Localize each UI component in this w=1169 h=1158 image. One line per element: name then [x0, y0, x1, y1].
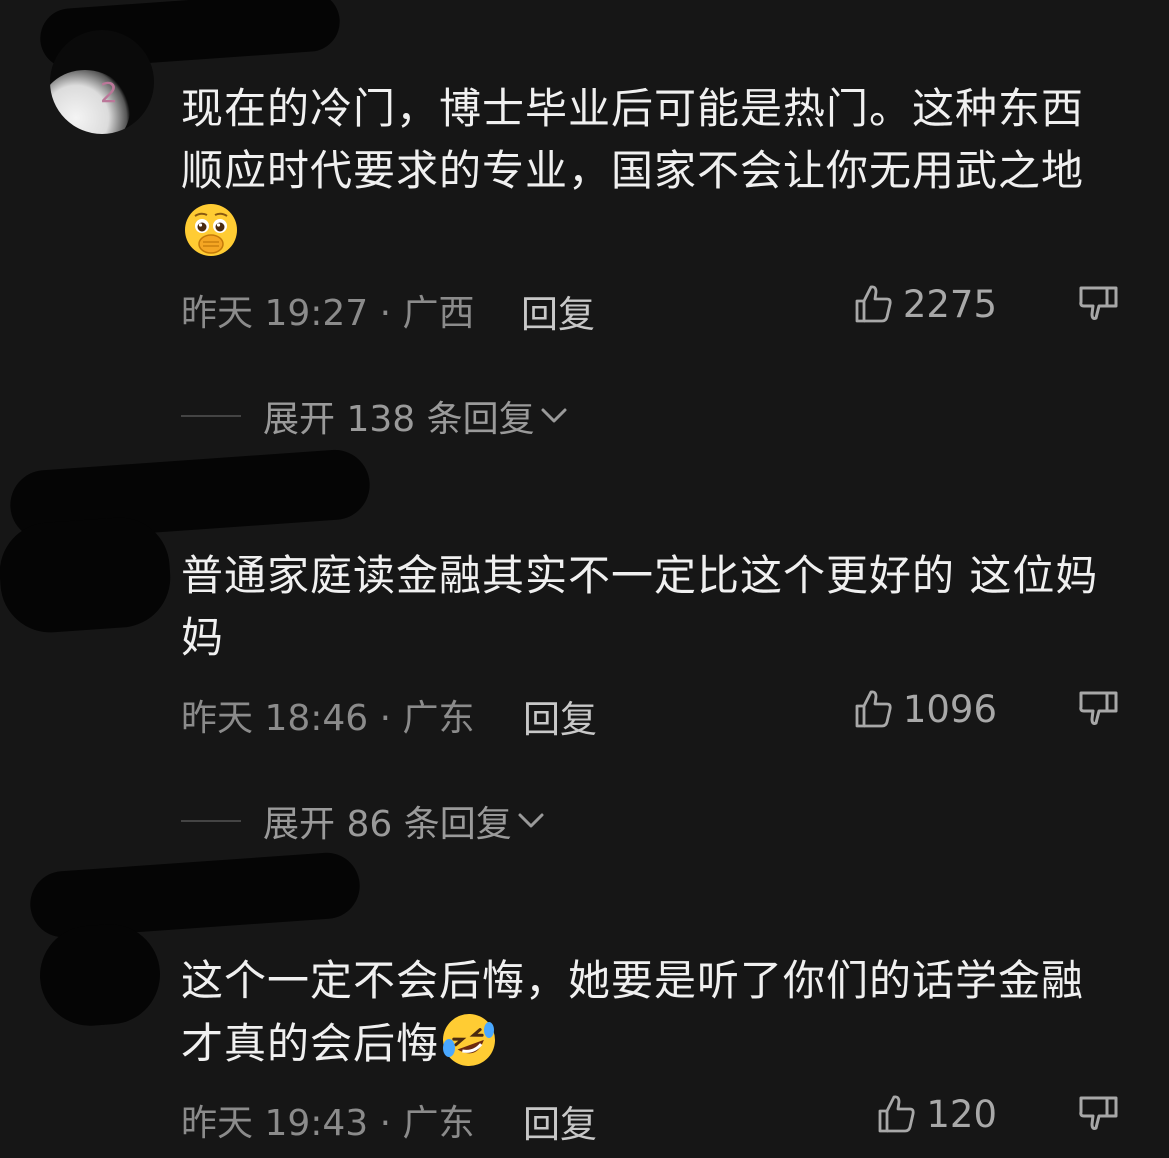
comment-meta: 昨天 19:27 · 广西 回复 2275 — [181, 282, 1121, 336]
thumbs-down-icon — [1079, 691, 1118, 725]
chevron-down-icon — [518, 813, 544, 828]
reply-button[interactable]: 回复 — [521, 284, 595, 338]
expand-replies-label: 展开 138 条回复 — [263, 399, 535, 440]
chevron-down-icon — [541, 408, 567, 423]
expand-replies-button[interactable]: 展开 138 条回复 — [181, 390, 571, 442]
rolling-laughing-emoji-icon — [443, 1014, 496, 1066]
dislike-button[interactable] — [1077, 282, 1121, 335]
redacted-avatar — [36, 920, 164, 1030]
reply-button[interactable]: 回复 — [523, 1094, 597, 1148]
like-button[interactable]: 120 — [874, 1092, 997, 1136]
comment-time-location: 昨天 18:46 · 广东 — [181, 698, 475, 739]
comment-text: 这个一定不会后悔，她要是听了你们的话学金融才真的会后悔 — [181, 950, 1111, 1075]
like-button[interactable]: 1096 — [851, 687, 997, 731]
thumbs-up-icon — [855, 285, 892, 323]
expand-divider-line — [181, 415, 241, 417]
reply-button[interactable]: 回复 — [523, 689, 597, 743]
expand-replies-button[interactable]: 展开 86 条回复 — [181, 795, 548, 847]
like-count: 1096 — [902, 687, 997, 731]
thumbs-up-icon — [878, 1095, 915, 1133]
comment-time-location: 昨天 19:43 · 广东 — [181, 1103, 475, 1144]
comment-time-location: 昨天 19:27 · 广西 — [181, 293, 475, 334]
dislike-button[interactable] — [1077, 687, 1121, 740]
like-button[interactable]: 2275 — [851, 282, 997, 326]
expand-divider-line — [181, 820, 241, 822]
avatar-overlay-glyph: 2 — [100, 76, 118, 109]
dislike-button[interactable] — [1077, 1092, 1121, 1145]
comment-text: 现在的冷门，博士毕业后可能是热门。这种东西顺应时代要求的专业，国家不会让你无用武… — [181, 78, 1111, 265]
thumbs-down-icon — [1079, 286, 1118, 320]
thumbs-up-icon — [855, 690, 892, 728]
like-count: 120 — [926, 1092, 997, 1136]
expand-replies-label: 展开 86 条回复 — [263, 804, 512, 845]
pleading-face-emoji-icon — [185, 204, 237, 256]
comment-meta: 昨天 18:46 · 广东 回复 1096 — [181, 687, 1121, 741]
like-count: 2275 — [902, 282, 997, 326]
thumbs-down-icon — [1079, 1096, 1118, 1130]
redacted-avatar — [0, 514, 174, 636]
comment-meta: 昨天 19:43 · 广东 回复 120 — [181, 1092, 1121, 1146]
comment-text: 普通家庭读金融其实不一定比这个更好的 这位妈妈 — [181, 551, 1099, 662]
